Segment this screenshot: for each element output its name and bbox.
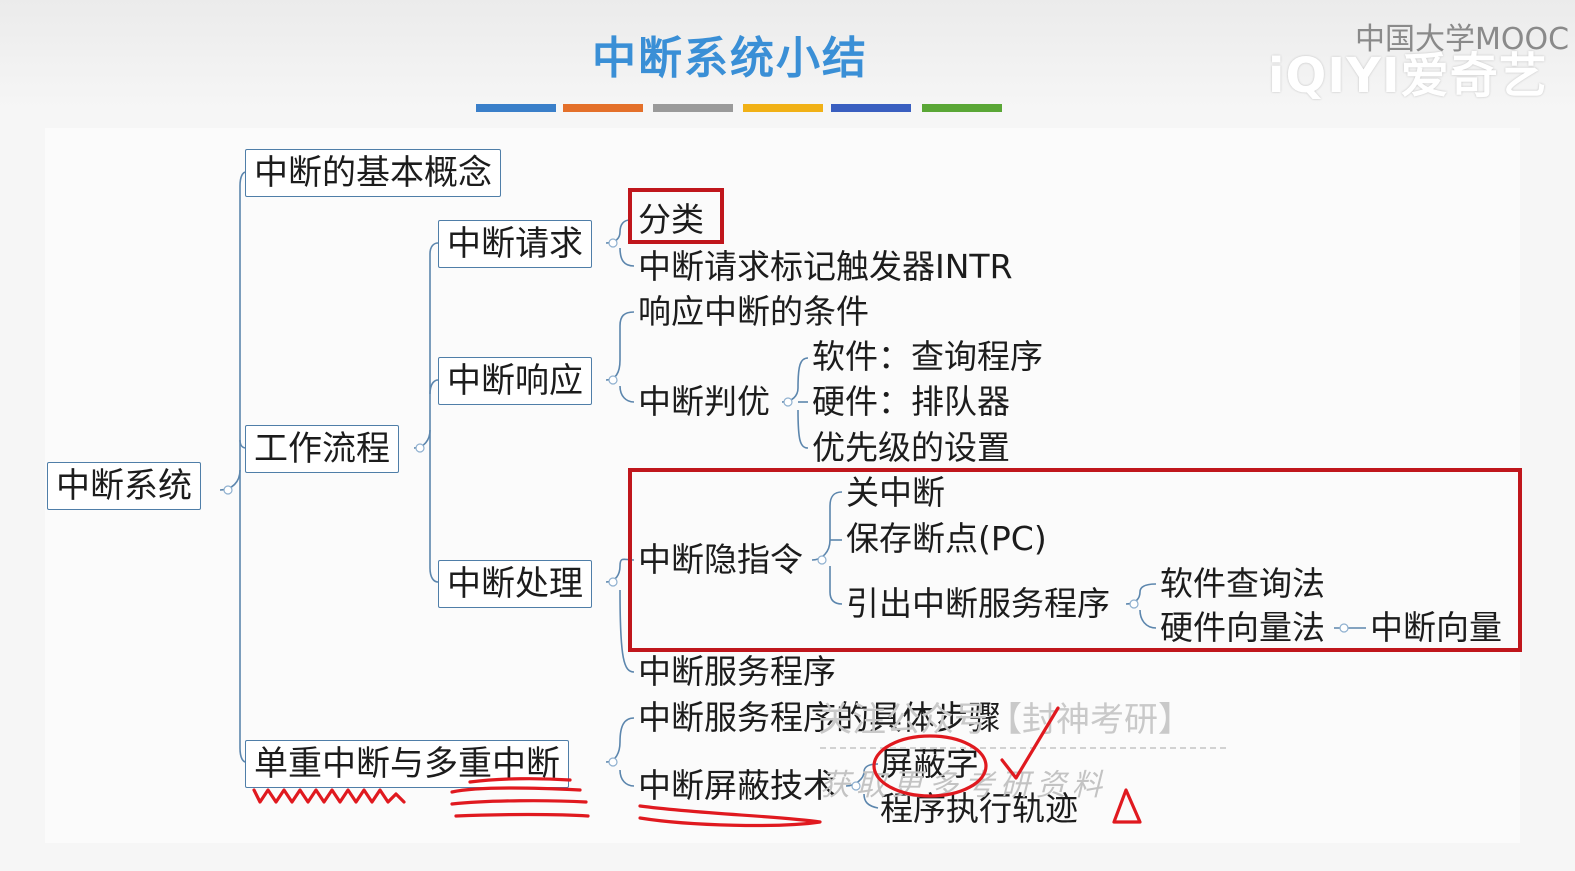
circle-mask-word (872, 734, 988, 798)
squiggle-underline (252, 788, 406, 804)
triangle-mark (1112, 788, 1142, 824)
underline-mask (638, 804, 822, 828)
handwritten-annotations (252, 706, 1142, 828)
underline-3 (454, 812, 590, 818)
underline-1 (450, 786, 582, 794)
underline-2 (450, 799, 588, 806)
check-mark (1000, 706, 1060, 780)
underline-4 (468, 777, 572, 784)
